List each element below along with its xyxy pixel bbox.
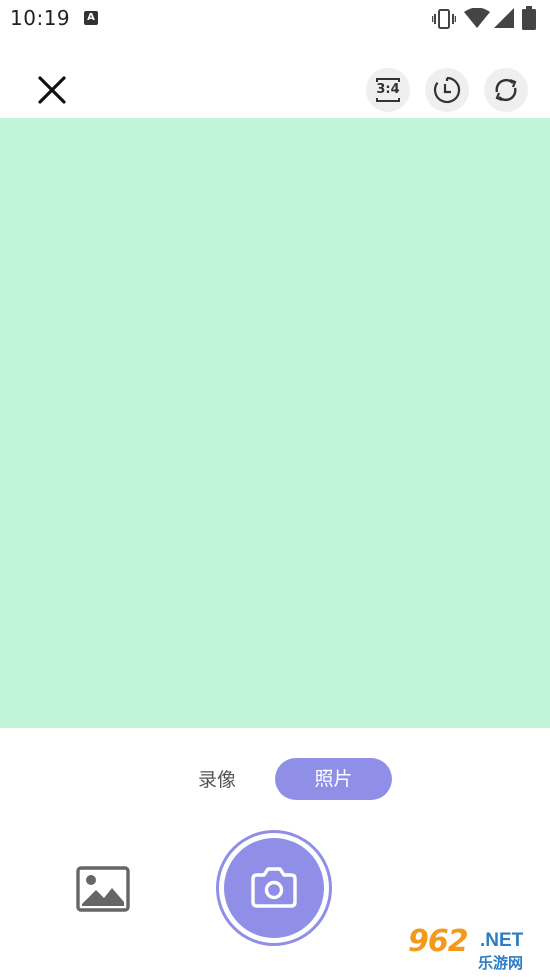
close-icon	[38, 76, 66, 104]
shutter-inner	[224, 838, 324, 938]
image-icon	[76, 866, 130, 912]
close-button[interactable]	[32, 70, 72, 110]
signal-icon	[494, 8, 514, 28]
watermark-subtitle: 乐游网	[478, 954, 524, 972]
battery-icon	[522, 6, 536, 30]
shutter-button[interactable]	[216, 830, 332, 946]
camera-icon	[251, 867, 297, 908]
timer-button[interactable]	[425, 68, 469, 112]
site-watermark: 962 .NET 乐游网	[408, 924, 544, 972]
watermark-suffix: .NET	[480, 930, 524, 951]
camera-preview[interactable]	[0, 118, 550, 728]
status-time: 10:19	[10, 6, 71, 30]
aspect-ratio-button[interactable]: 3:4	[366, 68, 410, 112]
switch-camera-icon	[495, 78, 517, 102]
mode-video-tab[interactable]: 录像	[177, 760, 257, 800]
camera-screen: 10:19 A 3:4 录像 照片 962 .NET 乐游网	[0, 0, 550, 977]
status-bar: 10:19 A	[0, 0, 550, 38]
wifi-icon	[464, 8, 490, 28]
gallery-button[interactable]	[74, 862, 132, 916]
vibrate-icon	[432, 9, 456, 29]
status-icons	[430, 0, 550, 38]
timer-icon	[433, 76, 461, 104]
watermark-number: 962	[408, 924, 469, 959]
notification-badge: A	[84, 11, 98, 25]
camera-toolbar: 3:4	[0, 60, 550, 118]
switch-camera-button[interactable]	[484, 68, 528, 112]
aspect-ratio-label: 3:4	[376, 82, 400, 97]
mode-photo-tab[interactable]: 照片	[275, 758, 392, 800]
